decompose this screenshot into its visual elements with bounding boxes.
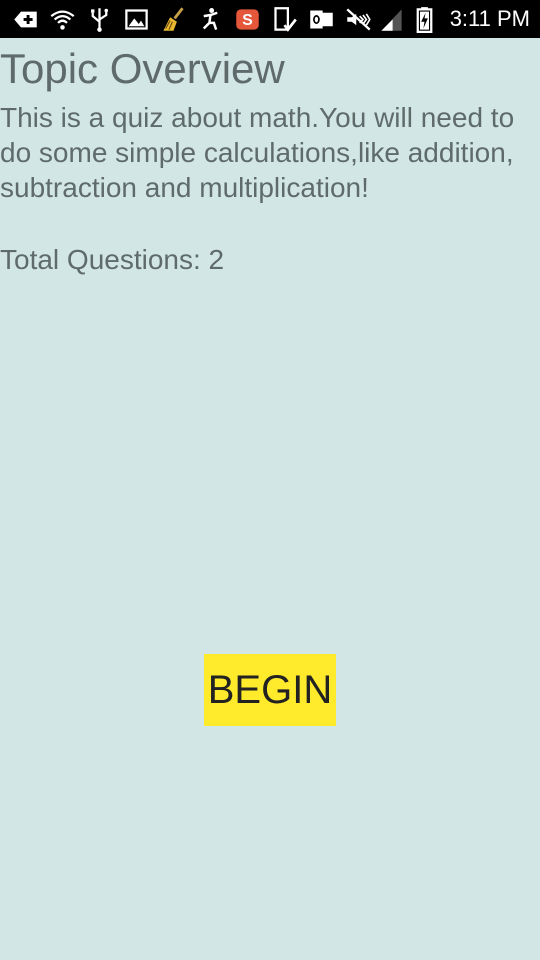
topic-overview-screen: Topic Overview This is a quiz about math… — [0, 38, 540, 960]
broom-icon — [160, 6, 187, 33]
s-app-icon: S — [234, 6, 261, 33]
wifi-question-icon — [49, 6, 76, 33]
tablet-check-icon — [271, 6, 298, 33]
topic-description: This is a quiz about math.You will need … — [0, 102, 515, 203]
add-icon — [12, 6, 39, 33]
notification-icons: S — [12, 5, 335, 33]
accessibility-icon — [197, 6, 224, 33]
signal-icon — [378, 6, 405, 33]
outlook-icon — [308, 6, 335, 33]
page-title: Topic Overview — [0, 45, 285, 92]
total-questions: Total Questions: 2 — [0, 244, 225, 275]
begin-button[interactable]: BEGIN — [204, 654, 336, 726]
mute-icon — [345, 6, 372, 33]
system-icons: 3:11 PM — [345, 4, 530, 34]
status-time: 3:11 PM — [449, 6, 530, 31]
battery-charging-icon — [411, 6, 438, 33]
usb-icon — [86, 6, 113, 33]
image-icon — [123, 6, 150, 33]
svg-text:S: S — [242, 12, 253, 29]
status-bar: S 3:11 PM — [0, 0, 540, 38]
